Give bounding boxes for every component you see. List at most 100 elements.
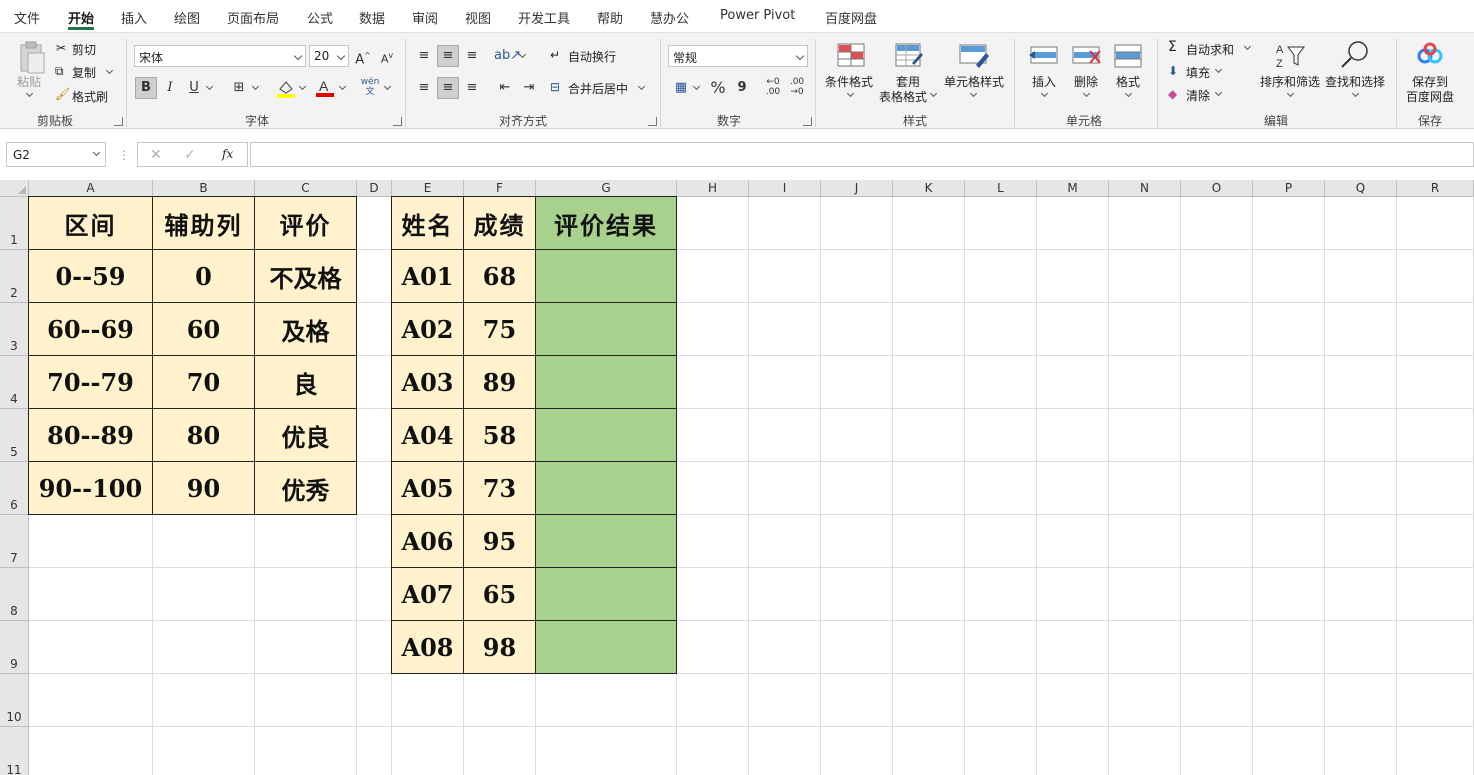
lookup-table-cell[interactable]: 70 [152,355,255,409]
tab-power-pivot[interactable]: Power Pivot [720,8,795,23]
score-table-cell[interactable]: 68 [463,249,536,303]
score-table-cell[interactable]: 89 [463,355,536,409]
align-right-icon[interactable]: ≡ [461,77,483,99]
align-center-icon[interactable]: ≡ [437,77,459,99]
cell-styles-icon[interactable] [958,41,990,71]
score-table-header[interactable]: 评价结果 [535,196,677,250]
row-header-3[interactable]: 3 [0,303,29,356]
tab-developer[interactable]: 开发工具 [518,8,570,27]
tab-file[interactable]: 文件 [14,8,40,27]
column-header-d[interactable]: D [357,180,392,197]
delete-cells-dropdown-icon[interactable] [1082,89,1091,98]
cut-icon[interactable]: ✂ [56,41,66,55]
copy-icon[interactable]: ⧉ [55,64,64,79]
decrease-font-icon[interactable]: Av [376,45,398,67]
format-cells-button[interactable]: 格式 [1116,73,1140,90]
score-table-cell[interactable]: A04 [391,408,464,462]
result-cell[interactable] [535,514,677,568]
find-select-icon[interactable] [1338,39,1370,71]
column-header-r[interactable]: R [1397,180,1474,197]
result-cell[interactable] [535,620,677,674]
underline-button[interactable]: U [183,77,205,99]
delete-cells-icon[interactable] [1070,41,1102,71]
accounting-dropdown-icon[interactable] [692,82,701,91]
insert-cells-button[interactable]: 插入 [1032,73,1056,90]
column-header-b[interactable]: B [153,180,255,197]
clear-dropdown-icon[interactable] [1214,88,1223,97]
result-cell[interactable] [535,461,677,515]
column-header-j[interactable]: J [821,180,893,197]
wrap-text-button[interactable]: 自动换行 [568,48,616,65]
phonetic-dropdown-icon[interactable] [383,82,392,91]
clipboard-launcher-icon[interactable] [114,117,123,126]
result-cell[interactable] [535,355,677,409]
lookup-table-cell[interactable]: 不及格 [254,249,357,303]
wrap-text-icon[interactable]: ↵ [550,48,560,62]
column-header-o[interactable]: O [1181,180,1253,197]
tab-page-layout[interactable]: 页面布局 [227,8,279,27]
conditional-format-button[interactable]: 条件格式 [825,73,873,90]
percent-button[interactable]: % [707,77,729,99]
format-as-table-dropdown-icon[interactable] [929,89,938,98]
score-table-cell[interactable]: 65 [463,567,536,621]
align-top-icon[interactable]: ≡ [413,45,435,67]
tab-help[interactable]: 帮助 [597,8,623,27]
accounting-format-icon[interactable]: ▦ [670,77,692,99]
fill-color-dropdown-icon[interactable] [298,82,307,91]
orientation-icon[interactable]: ab↗ [494,45,521,67]
score-table-cell[interactable]: 58 [463,408,536,462]
merge-dropdown-icon[interactable] [637,82,646,91]
tab-review[interactable]: 审阅 [412,8,438,27]
tab-home[interactable]: 开始 [68,8,95,30]
column-header-c[interactable]: C [255,180,357,197]
column-header-h[interactable]: H [677,180,749,197]
score-table-cell[interactable]: A03 [391,355,464,409]
lookup-table-header[interactable]: 评价 [254,196,357,250]
format-as-table-button-line2[interactable]: 表格格式 [879,88,927,105]
phonetic-icon[interactable]: wén 文 [359,77,381,99]
lookup-table-cell[interactable]: 及格 [254,302,357,356]
fill-icon[interactable]: ⬇ [1168,64,1178,78]
paste-dropdown-icon[interactable] [25,89,34,98]
insert-cells-icon[interactable] [1028,41,1060,71]
score-table-cell[interactable]: A07 [391,567,464,621]
score-table-cell[interactable]: 95 [463,514,536,568]
fill-dropdown-icon[interactable] [1214,65,1223,74]
lookup-table-cell[interactable]: 良 [254,355,357,409]
result-cell[interactable] [535,302,677,356]
result-cell[interactable] [535,408,677,462]
tab-baidu-netdisk[interactable]: 百度网盘 [825,8,877,27]
italic-button[interactable]: I [159,77,181,99]
result-cell[interactable] [535,567,677,621]
score-table-cell[interactable]: A02 [391,302,464,356]
column-header-i[interactable]: I [749,180,821,197]
tab-huibangong[interactable]: 慧办公 [650,8,689,27]
decrease-decimal-icon[interactable]: .00 →0 [786,77,808,99]
save-to-baidu-line2[interactable]: 百度网盘 [1406,88,1454,105]
sort-filter-icon[interactable]: AZ [1274,41,1306,71]
lookup-table-cell[interactable]: 90--100 [28,461,153,515]
row-header-2[interactable]: 2 [0,250,29,303]
score-table-cell[interactable]: A08 [391,620,464,674]
score-table-cell[interactable]: A01 [391,249,464,303]
increase-indent-icon[interactable]: ⇥ [518,77,540,99]
align-middle-icon[interactable]: ≡ [437,45,459,67]
fill-button[interactable]: 填充 [1186,64,1210,81]
insert-cells-dropdown-icon[interactable] [1040,89,1049,98]
increase-font-icon[interactable]: A^ [352,45,374,67]
column-header-e[interactable]: E [392,180,464,197]
paste-button[interactable]: 粘贴 [17,73,41,90]
lookup-table-cell[interactable]: 80--89 [28,408,153,462]
lookup-table-cell[interactable]: 90 [152,461,255,515]
format-cells-dropdown-icon[interactable] [1124,89,1133,98]
find-select-button[interactable]: 查找和选择 [1325,73,1385,90]
row-header-7[interactable]: 7 [0,515,29,568]
lookup-table-cell[interactable]: 0 [152,249,255,303]
align-bottom-icon[interactable]: ≡ [461,45,483,67]
format-cells-icon[interactable] [1112,41,1144,71]
copy-dropdown-icon[interactable] [105,66,114,75]
align-left-icon[interactable]: ≡ [413,77,435,99]
font-size-combo[interactable]: 20 [309,45,349,67]
lookup-table-cell[interactable]: 优秀 [254,461,357,515]
score-table-cell[interactable]: 73 [463,461,536,515]
